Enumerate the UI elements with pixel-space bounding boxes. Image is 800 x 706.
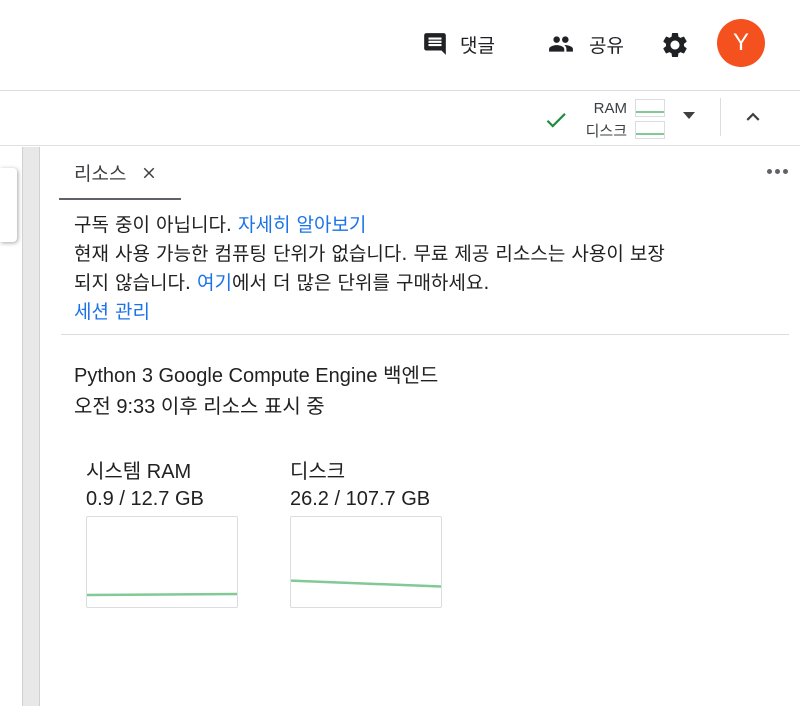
ram-indicator: RAM — [570, 98, 665, 118]
comment-label: 댓글 — [460, 34, 495, 57]
share-label: 공유 — [589, 34, 624, 57]
check-icon — [546, 113, 566, 128]
disk-indicator-label: 디스크 — [585, 122, 627, 140]
backend-type: Python 3 Google Compute Engine 백엔드 — [74, 365, 439, 387]
ram-gauge-value: 0.9 / 12.7 GB — [86, 488, 204, 510]
left-floating-card[interactable] — [0, 168, 17, 242]
share-button[interactable]: 공유 — [545, 26, 624, 62]
avatar[interactable]: Y — [717, 19, 765, 67]
toolbar-divider — [720, 98, 721, 136]
disk-usage-chart — [290, 516, 442, 608]
notice-line-3: 되지 않습니다. 여기에서 더 많은 단위를 구매하세요. — [74, 272, 490, 294]
settings-button[interactable] — [660, 27, 690, 63]
learn-more-link[interactable]: 자세히 알아보기 — [238, 214, 366, 236]
ram-usage-svg — [87, 592, 237, 597]
disk-indicator: 디스크 — [570, 120, 665, 140]
more-options-icon[interactable] — [763, 161, 791, 181]
resources-panel: 리소스 구독 중이 아닙니다. 자세히 알아보기 현재 사용 가능한 컴퓨팅 단… — [41, 147, 800, 706]
runtime-bar: RAM 디스크 — [0, 92, 800, 146]
panel-resize-handle[interactable] — [22, 147, 40, 706]
disk-gauge: 디스크 26.2 / 107.7 GB — [290, 459, 442, 608]
buy-units-link[interactable]: 여기 — [197, 272, 232, 294]
disk-usage-svg — [291, 579, 441, 588]
top-bar: 댓글 공유 Y — [0, 0, 800, 91]
people-icon — [549, 36, 573, 52]
comment-button[interactable]: 댓글 — [422, 26, 495, 62]
chevron-up-icon[interactable] — [740, 104, 766, 130]
disk-gauge-title: 디스크 — [290, 461, 346, 483]
close-icon[interactable] — [140, 164, 158, 182]
ram-usage-chart — [86, 516, 238, 608]
ram-gauge-title: 시스템 RAM — [86, 461, 192, 483]
manage-sessions-link[interactable]: 세션 관리 — [74, 298, 150, 327]
backend-info: Python 3 Google Compute Engine 백엔드 오전 9:… — [74, 361, 438, 423]
tab-resources-label: 리소스 — [74, 163, 127, 185]
comment-icon — [424, 33, 446, 55]
runtime-dropdown-arrow[interactable] — [683, 112, 695, 119]
disk-usage-line — [291, 579, 441, 588]
subscription-notice: 구독 중이 아닙니다. 자세히 알아보기 현재 사용 가능한 컴퓨팅 단위가 없… — [74, 211, 774, 327]
notice-line-1: 구독 중이 아닙니다. 자세히 알아보기 — [74, 214, 367, 236]
ram-indicator-label: RAM — [593, 99, 627, 117]
disk-mini-chart — [635, 121, 665, 139]
ram-gauge: 시스템 RAM 0.9 / 12.7 GB — [86, 459, 238, 608]
tab-resources[interactable]: 리소스 — [59, 147, 181, 200]
notice-line-2: 현재 사용 가능한 컴퓨팅 단위가 없습니다. 무료 제공 리소스는 사용이 보… — [74, 243, 665, 265]
disk-gauge-value: 26.2 / 107.7 GB — [290, 488, 431, 510]
resources-since: 오전 9:33 이후 리소스 표시 중 — [74, 396, 325, 418]
resource-indicator-button[interactable]: RAM 디스크 — [570, 95, 680, 143]
section-divider — [61, 334, 789, 335]
gear-icon — [663, 32, 687, 57]
ram-mini-chart — [635, 99, 665, 117]
ram-usage-line — [87, 592, 237, 597]
